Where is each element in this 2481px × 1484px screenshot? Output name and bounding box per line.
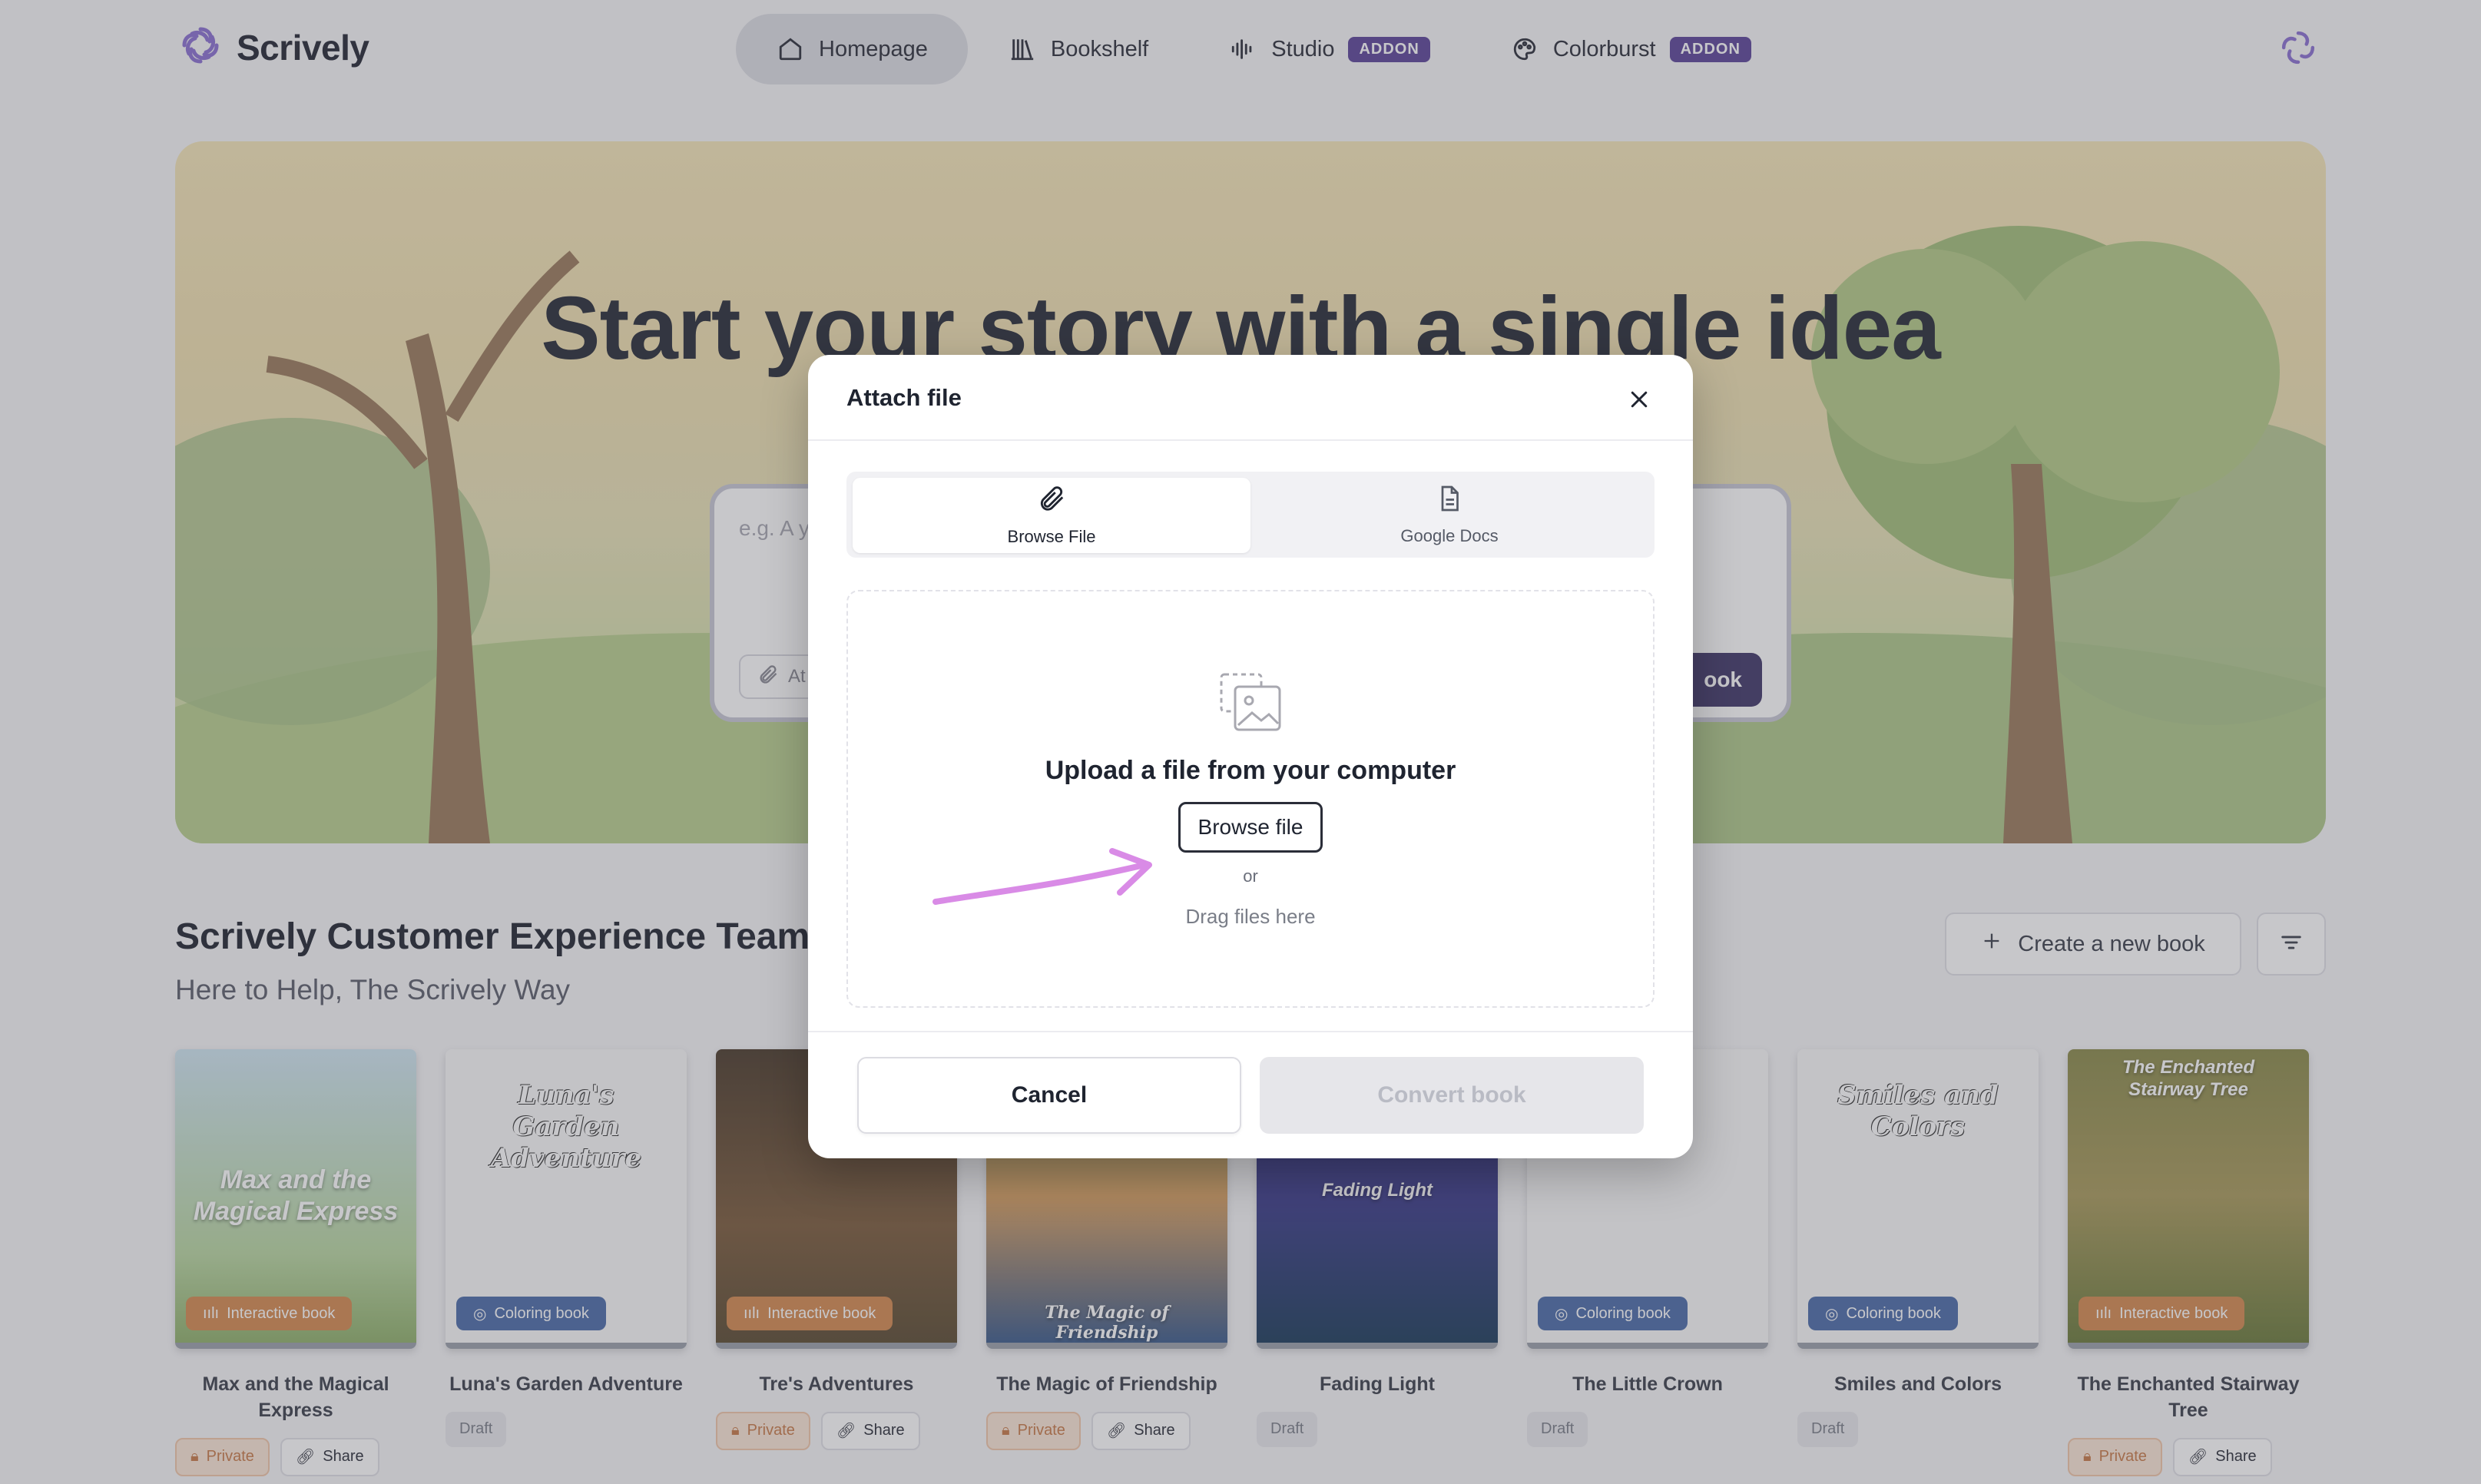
paperclip-icon <box>1037 484 1066 518</box>
image-upload-icon <box>1218 671 1283 737</box>
modal-footer-divider <box>808 1031 1693 1032</box>
tab-label: Browse File <box>1007 527 1096 546</box>
close-button[interactable] <box>1622 384 1656 418</box>
modal-title: Attach file <box>846 384 962 411</box>
file-drop-zone[interactable] <box>846 590 1655 1008</box>
upload-title: Upload a file from your computer <box>1045 756 1456 785</box>
close-icon <box>1628 388 1651 415</box>
cancel-button[interactable]: Cancel <box>857 1057 1241 1134</box>
browse-file-button[interactable]: Browse file <box>1178 802 1323 853</box>
tab-browse-file[interactable]: Browse File <box>853 478 1250 553</box>
modal-divider <box>808 439 1693 441</box>
tab-label: Google Docs <box>1400 526 1499 545</box>
convert-book-button[interactable]: Convert book <box>1260 1057 1644 1134</box>
tab-google-docs[interactable]: Google Docs <box>1250 478 1648 553</box>
annotation-arrow-icon <box>929 842 1160 915</box>
document-icon <box>1436 485 1463 517</box>
